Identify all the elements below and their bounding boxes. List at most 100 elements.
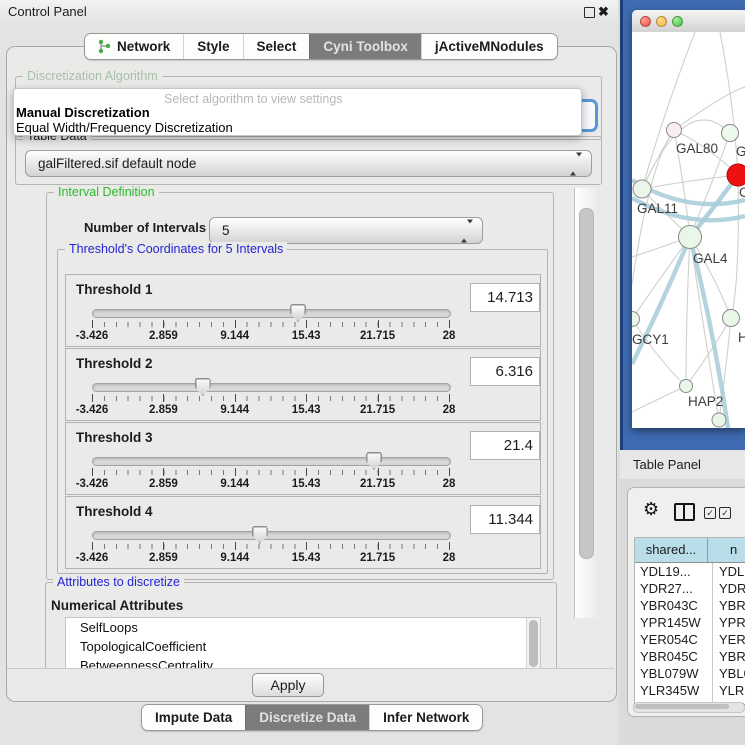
network-node-label: G [736,144,745,159]
slider-track[interactable] [92,309,451,318]
network-edge[interactable] [686,237,690,386]
table-row[interactable]: YDR27...YDR27... [635,580,745,597]
tab-jactivemnodules[interactable]: jActiveMNodules [421,34,557,59]
close-icon[interactable]: ✖ [598,2,609,22]
slider-track[interactable] [92,531,451,540]
network-node-gal80[interactable] [667,123,682,138]
checkbox-icon[interactable]: ✓ [719,507,731,519]
table-data-group: Table Data galFiltered.sif default node [15,136,602,185]
threshold-value-field[interactable]: 14.713 [470,283,540,312]
window-close-button[interactable] [640,16,651,27]
settings-scrollbar-thumb[interactable] [579,208,594,559]
attributes-scrollbar-thumb[interactable] [529,620,538,667]
slider-thumb[interactable] [252,526,268,544]
table-row[interactable]: YLR345WYLR345W [635,682,745,699]
slider-thumb[interactable] [366,452,382,470]
table-row[interactable]: YER054CYER054C [635,631,745,648]
threshold-slider[interactable]: -3.4262.8599.14415.4321.71528 [92,527,449,567]
threshold-slider[interactable]: -3.4262.8599.14415.4321.71528 [92,379,449,419]
threshold-value-field[interactable]: 6.316 [470,357,540,386]
dropdown-option-manual-discretization[interactable]: Manual Discretization [16,105,150,120]
dropdown-option-equal-width-frequency-discretization[interactable]: Equal Width/Frequency Discretization [16,120,233,135]
network-edge[interactable] [632,386,686,412]
column-header-name[interactable]: n [708,538,745,562]
list-item[interactable]: TopologicalCoefficient [66,637,540,656]
network-edge[interactable] [731,175,738,318]
slider-major-tick [449,320,450,328]
slider-major-tick [92,468,93,476]
network-node-c[interactable] [727,164,745,186]
group-title-interval-definition: Interval Definition [54,185,159,200]
threshold-label: Threshold 1 [76,282,153,297]
tab-cyni-toolbox[interactable]: Cyni Toolbox [309,34,421,59]
window-zoom-button[interactable] [672,16,683,27]
apply-button[interactable]: Apply [252,673,324,697]
network-edge[interactable] [642,130,674,189]
threshold-row: Threshold 4-3.4262.8599.14415.4321.71528… [65,496,541,569]
window-minimize-button[interactable] [656,16,667,27]
slider-minor-ticks [92,322,449,327]
network-node-gal11[interactable] [633,180,651,198]
table-data-selected-value: galFiltered.sif default node [38,151,196,176]
network-edge[interactable] [642,32,695,189]
tab-select[interactable]: Select [243,34,310,59]
network-node-h[interactable] [723,310,740,327]
settings-scrollbar[interactable] [574,188,596,618]
control-panel-titlebar: Control Panel ✖ [0,0,618,24]
table-data-combobox[interactable]: galFiltered.sif default node [25,150,592,177]
network-canvas[interactable]: GAL80GCGAL11GAL4GCY1HHAP2 [632,32,745,428]
threshold-value-field[interactable]: 21.4 [470,431,540,460]
slider-track[interactable] [92,457,451,466]
table-cell-name: YBR043C [713,597,745,614]
threshold-value-field[interactable]: 11.344 [470,505,540,534]
node-table: shared... n YDL19...YDL19...YDR27...YDR2… [634,537,745,705]
screen: Control Panel ✖ Network Style Select Cyni T… [0,0,745,745]
float-icon[interactable] [584,7,595,18]
table-horizontal-scrollbar[interactable] [633,702,745,713]
table-row[interactable]: YBR045CYBR045C [635,648,745,665]
tab-label: Select [257,39,297,54]
network-node[interactable] [712,413,726,427]
network-window-titlebar[interactable] [632,10,745,33]
network-node-gcy1[interactable] [632,312,640,327]
tab-infer-network[interactable]: Infer Network [369,705,482,730]
gear-icon[interactable]: ⚙ [643,500,659,518]
slider-thumb[interactable] [195,378,211,396]
table-panel-title: Table Panel [633,450,701,479]
attributes-scrollbar[interactable] [526,618,540,670]
tab-style[interactable]: Style [183,34,242,59]
algorithm-dropdown-popup: Select algorithm to view settings Manual… [13,88,582,136]
slider-tick-label: 15.43 [292,478,321,490]
table-scrollbar-thumb[interactable] [635,704,729,709]
table-row[interactable]: YPR145WYPR145W [635,614,745,631]
tab-impute-data[interactable]: Impute Data [142,705,245,730]
threshold-slider[interactable]: -3.4262.8599.14415.4321.71528 [92,453,449,493]
checkbox-icon[interactable]: ✓ [704,507,716,519]
slider-thumb[interactable] [290,304,306,322]
network-node-gal4[interactable] [679,226,702,249]
network-node-hap2[interactable] [680,380,693,393]
slider-major-tick [306,394,307,402]
list-item[interactable]: SelfLoops [66,618,540,637]
tab-discretize-data[interactable]: Discretize Data [245,705,369,730]
tab-label: Style [197,39,229,54]
tab-network[interactable]: Network [85,34,183,59]
table-row[interactable]: YBR043CYBR043C [635,597,745,614]
group-title-discretization-algorithm: Discretization Algorithm [23,69,162,84]
table-row[interactable]: YBL079WYBL079W [635,665,745,682]
number-of-intervals-combobox[interactable]: 5 [209,217,483,244]
threshold-row: Threshold 1 -3.4262.8599.14415.4321.71528… [65,274,541,347]
network-edge[interactable] [642,175,738,189]
slider-tick-label: 28 [443,404,456,416]
table-row[interactable]: YDL19...YDL19... [635,563,745,580]
slider-track[interactable] [92,383,451,392]
numerical-attributes-list[interactable]: SelfLoopsTopologicalCoefficientBetweenne… [65,617,541,671]
network-node-g[interactable] [722,125,739,142]
split-pane-icon[interactable] [674,503,695,521]
slider-tick-label: -3.426 [76,552,109,564]
network-node-label: GAL11 [637,201,678,216]
table-cell-name: YBR045C [713,648,745,665]
column-header-shared-name[interactable]: shared... [635,538,708,562]
slider-tick-label: -3.426 [76,330,109,342]
threshold-slider[interactable]: -3.4262.8599.14415.4321.71528 [92,305,449,345]
